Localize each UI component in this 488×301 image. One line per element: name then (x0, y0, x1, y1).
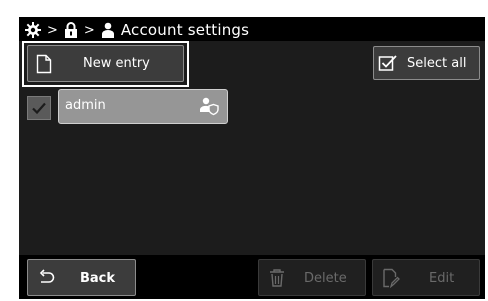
account-name: admin (65, 98, 106, 113)
new-document-icon (32, 52, 56, 76)
delete-button[interactable]: Delete (258, 259, 366, 296)
edit-label: Edit (429, 271, 455, 286)
user-shield-icon (199, 96, 219, 120)
back-arrow-icon (34, 266, 58, 290)
checkbox-checked-icon (376, 51, 400, 75)
user-icon (101, 22, 115, 38)
trash-icon (265, 266, 289, 290)
header-bar: > > Account settings (19, 17, 485, 41)
back-label: Back (80, 271, 116, 286)
new-entry-label: New entry (83, 56, 150, 71)
edit-button[interactable]: Edit (372, 259, 480, 296)
breadcrumb-separator: > (83, 22, 95, 38)
lock-icon[interactable] (64, 22, 78, 38)
account-checkbox[interactable] (27, 96, 51, 120)
select-all-label: Select all (407, 55, 467, 71)
delete-label: Delete (304, 271, 347, 286)
checkmark-icon (32, 102, 46, 115)
account-list-item[interactable]: admin (58, 89, 228, 124)
edit-document-icon (379, 266, 403, 290)
gear-icon[interactable] (25, 22, 41, 38)
select-all-button[interactable]: Select all (373, 46, 480, 80)
back-button[interactable]: Back (27, 259, 136, 296)
new-entry-button[interactable]: New entry (27, 45, 184, 82)
breadcrumb: > > Account settings (25, 19, 249, 41)
breadcrumb-separator: > (47, 22, 58, 38)
page-title: Account settings (120, 21, 250, 39)
